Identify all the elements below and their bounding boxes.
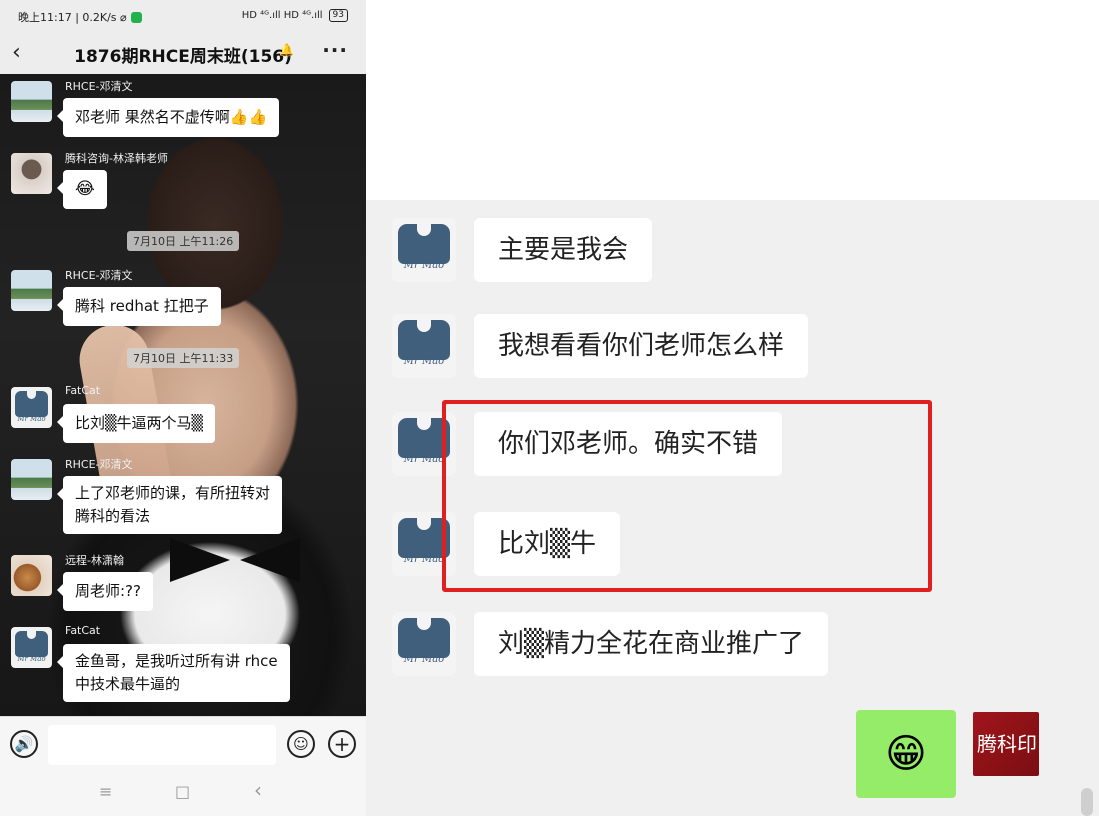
avatar-cap-shape [15,391,48,417]
message-bubble[interactable]: 金鱼哥，是我听过所有讲 rhce 中技术最牛逼的 [57,644,290,702]
menu-icon[interactable]: ≡ [99,782,112,801]
avatar[interactable] [11,459,52,500]
message-line: 中技术最牛逼的 [75,675,181,693]
message-bubble[interactable]: 周老师:?? [57,572,153,611]
message-input[interactable] [48,725,276,765]
avatar-caption: Mr Mao [17,415,46,423]
avatar[interactable] [11,270,52,311]
signal-icon: HD ⁴ᴳ.ıll HD ⁴ᴳ.ıll [241,10,323,21]
status-bar: 晚上11:17 | 0.2K/s ⌀ HD ⁴ᴳ.ıll HD ⁴ᴳ.ıll 9… [0,0,366,32]
background-photo-bowtie [170,534,300,584]
message-bubble[interactable]: 刘▒精力全花在商业推广了 [474,612,828,676]
avatar-caption: Mr Mao [403,356,445,367]
avatar-caption: Mr Mao [17,655,46,663]
avatar[interactable]: Mr Mao [392,612,456,676]
message-line: 上了邓老师的课，有所扭转对 [75,484,271,502]
sender-name: RHCE-邓清文 [65,80,133,93]
message-line: 腾科的看法 [75,507,151,525]
chat-header: ‹ 1876期RHCE周末班(156) 🔔 ··· [0,32,366,74]
zoomed-chat-panel: Mr Mao 主要是我会 Mr Mao 我想看看你们老师怎么样 Mr Mao 你… [366,0,1099,816]
sender-name: RHCE-邓清文 [65,458,133,471]
message-input-bar: 🔊 ☺ + [0,716,366,772]
avatar[interactable]: Mr Mao [392,218,456,282]
back-nav-icon[interactable]: ‹ [254,778,262,802]
highlight-box [442,400,932,592]
avatar[interactable] [11,81,52,122]
message-bubble[interactable]: 比刘▒牛逼两个马▒ [56,404,216,443]
plus-icon[interactable]: + [328,730,356,758]
avatar-caption: Mr Mao [403,260,445,271]
message-line: 金鱼哥，是我听过所有讲 rhce [75,652,278,670]
avatar-cap-shape [398,618,450,658]
timestamp-badge: 7月10日 上午11:33 [127,348,240,368]
message-bubble[interactable]: 😂 [57,170,107,209]
avatar[interactable]: Mr Mao [392,314,456,378]
battery-icon: 93 [328,9,348,22]
zoomed-chat-area: Mr Mao 主要是我会 Mr Mao 我想看看你们老师怎么样 Mr Mao 你… [366,200,1099,816]
voice-input-icon[interactable]: 🔊 [10,730,38,758]
avatar-caption: Mr Mao [403,654,445,665]
emoji-icon[interactable]: ☺ [287,730,315,758]
more-options-icon[interactable]: ··· [322,38,348,62]
message-bubble[interactable]: 我想看看你们老师怎么样 [474,314,809,378]
status-time: 晚上11:17 | 0.2K/s ⌀ [18,11,127,24]
avatar-cap-shape [15,631,48,657]
avatar-cap-shape [398,224,450,264]
sender-name: FatCat [65,624,101,637]
sender-name: FatCat [65,384,101,397]
sender-name: 腾科咨询-林泽韩老师 [65,152,168,165]
sender-name: RHCE-邓清文 [65,269,133,282]
wechat-notification-icon [130,11,142,23]
scrollbar[interactable] [1081,788,1093,816]
message-bubble[interactable]: 腾科 redhat 扛把子 [57,287,221,326]
screenshot-root: 晚上11:17 | 0.2K/s ⌀ HD ⁴ᴳ.ıll HD ⁴ᴳ.ıll 9… [0,0,1099,816]
avatar-cap-shape [398,320,450,360]
phone-chat-screen: 晚上11:17 | 0.2K/s ⌀ HD ⁴ᴳ.ıll HD ⁴ᴳ.ıll 9… [0,0,366,816]
mute-bell-icon: 🔔 [279,43,294,57]
message-bubble[interactable]: 邓老师 果然名不虚传啊👍👍 [56,98,280,137]
self-avatar[interactable]: 腾科印 [973,712,1039,776]
chat-title: 1876期RHCE周末班(156) [74,47,292,67]
chat-background: RHCE-邓清文 邓老师 果然名不虚传啊👍👍 腾科咨询-林泽韩老师 😂 7月10… [0,74,366,716]
system-nav-bar: ≡ □ ‹ [0,772,366,816]
avatar[interactable] [11,153,52,194]
home-icon[interactable]: □ [175,782,190,801]
avatar[interactable] [11,555,52,596]
message-bubble[interactable]: 主要是我会 [474,218,653,282]
sent-emoji-bubble[interactable]: 😁 [856,710,956,798]
avatar[interactable]: Mr Mao [11,387,52,428]
avatar[interactable]: Mr Mao [11,627,52,668]
sender-name: 远程-林潇翰 [65,554,124,567]
timestamp-badge: 7月10日 上午11:26 [127,231,240,251]
message-bubble[interactable]: 上了邓老师的课，有所扭转对 腾科的看法 [56,476,283,534]
